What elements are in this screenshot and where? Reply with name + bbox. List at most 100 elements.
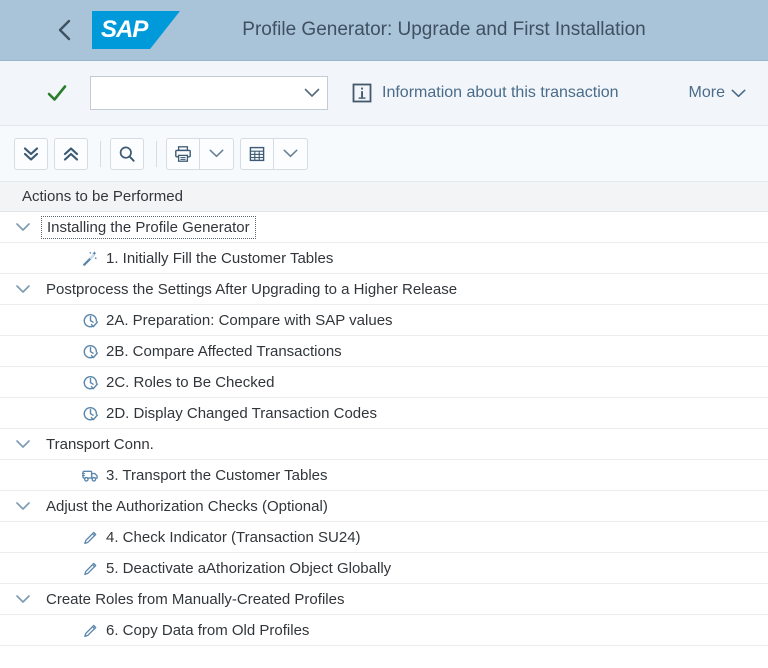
table-row[interactable]: 6. Copy Data from Old Profiles [0,615,768,646]
print-menu-button[interactable] [200,138,234,170]
row-label-wrapper: 2C. Roles to Be Checked [46,374,274,391]
confirm-button[interactable] [44,80,70,106]
pencil-icon [82,622,99,639]
clock-check-icon [82,405,99,422]
chevron-down-icon [14,221,32,233]
more-label: More [689,84,725,102]
command-combobox-toggle[interactable] [297,88,327,98]
back-button[interactable] [42,8,86,52]
info-icon[interactable] [352,83,372,103]
table-row[interactable]: Postprocess the Settings After Upgrading… [0,274,768,305]
chevron-down-icon [283,149,298,158]
table-row[interactable]: 4. Check Indicator (Transaction SU24) [0,522,768,553]
sap-logo-text: SAP [101,16,147,44]
table-row[interactable]: 3. Transport the Customer Tables [0,460,768,491]
row-label: 2C. Roles to Be Checked [106,374,274,391]
spreadsheet-button[interactable] [240,138,274,170]
search-icon [118,145,136,163]
table-row[interactable]: 2B. Compare Affected Transactions [0,336,768,367]
row-label: Create Roles from Manually-Created Profi… [46,591,344,608]
double-chevron-down-icon [22,145,40,163]
find-button[interactable] [110,138,144,170]
row-label: 2B. Compare Affected Transactions [106,343,342,360]
table-row[interactable]: Transport Conn. [0,429,768,460]
chevron-down-icon [209,149,224,158]
pencil-icon [82,529,99,546]
row-label-wrapper: Postprocess the Settings After Upgrading… [46,281,457,298]
table-row[interactable]: 2D. Display Changed Transaction Codes [0,398,768,429]
action-bar: Information about this transaction More [0,61,768,126]
command-input[interactable] [91,77,297,109]
row-expander[interactable] [12,588,34,610]
chevron-down-icon [14,500,32,512]
row-label: Installing the Profile Generator [41,216,256,239]
chevron-down-icon [304,88,320,98]
table-row[interactable]: Installing the Profile Generator [0,212,768,243]
row-label: 2A. Preparation: Compare with SAP values [106,312,393,329]
row-gutter [0,460,46,490]
row-expander[interactable] [12,495,34,517]
collapse-all-button[interactable] [54,138,88,170]
clock-check-icon [82,343,99,360]
expand-all-button[interactable] [14,138,48,170]
table-row[interactable]: 2A. Preparation: Compare with SAP values [0,305,768,336]
row-label-wrapper: 6. Copy Data from Old Profiles [46,622,309,639]
row-label: 6. Copy Data from Old Profiles [106,622,309,639]
row-gutter [0,336,46,366]
row-gutter [0,367,46,397]
toolbar-separator [100,141,101,167]
print-button[interactable] [166,138,200,170]
actions-tree: Installing the Profile Generator 1. Initi… [0,212,768,646]
row-expander[interactable] [12,278,34,300]
green-check-icon [46,82,68,104]
table-row[interactable]: 2C. Roles to Be Checked [0,367,768,398]
table-row[interactable]: Adjust the Authorization Checks (Optiona… [0,491,768,522]
row-gutter [0,429,46,459]
row-expander[interactable] [12,216,34,238]
chevron-down-icon [14,283,32,295]
toolbar-separator [156,141,157,167]
row-label-wrapper: 2D. Display Changed Transaction Codes [46,405,377,422]
row-label-wrapper: 1. Initially Fill the Customer Tables [46,250,333,267]
row-label-wrapper: 3. Transport the Customer Tables [46,467,328,484]
row-label: 5. Deactivate aAthorization Object Globa… [106,560,391,577]
table-row[interactable]: 1. Initially Fill the Customer Tables [0,243,768,274]
row-label: 3. Transport the Customer Tables [106,467,328,484]
row-gutter [0,553,46,583]
column-header-actions: Actions to be Performed [0,182,768,212]
spreadsheet-menu-button[interactable] [274,138,308,170]
row-gutter [0,491,46,521]
row-label-wrapper: 2B. Compare Affected Transactions [46,343,342,360]
double-chevron-up-icon [62,145,80,163]
table-row[interactable]: Create Roles from Manually-Created Profi… [0,584,768,615]
clock-check-icon [82,312,99,329]
table-row[interactable]: 5. Deactivate aAthorization Object Globa… [0,553,768,584]
pencil-icon [82,560,99,577]
row-gutter [0,212,46,242]
row-label: Postprocess the Settings After Upgrading… [46,281,457,298]
row-label: 1. Initially Fill the Customer Tables [106,250,333,267]
row-gutter [0,243,46,273]
printer-icon [174,145,192,163]
command-combobox[interactable] [90,76,328,110]
info-transaction-link[interactable]: Information about this transaction [382,84,619,102]
more-button[interactable]: More [689,84,746,102]
clock-check-icon [82,374,99,391]
row-label-wrapper: Create Roles from Manually-Created Profi… [46,591,344,608]
row-label-wrapper: Adjust the Authorization Checks (Optiona… [46,498,328,515]
row-label: 2D. Display Changed Transaction Codes [106,405,377,422]
row-gutter [0,274,46,304]
row-gutter [0,522,46,552]
chevron-down-icon [731,89,746,98]
row-label-wrapper: 4. Check Indicator (Transaction SU24) [46,529,361,546]
table-grid-icon [248,145,266,163]
icon-toolbar [0,126,768,182]
row-label-wrapper: Transport Conn. [46,436,154,453]
row-expander[interactable] [12,433,34,455]
sap-logo: SAP [92,11,180,49]
print-button-group [166,138,234,170]
row-gutter [0,615,46,645]
row-gutter [0,398,46,428]
chevron-down-icon [14,593,32,605]
row-gutter [0,584,46,614]
